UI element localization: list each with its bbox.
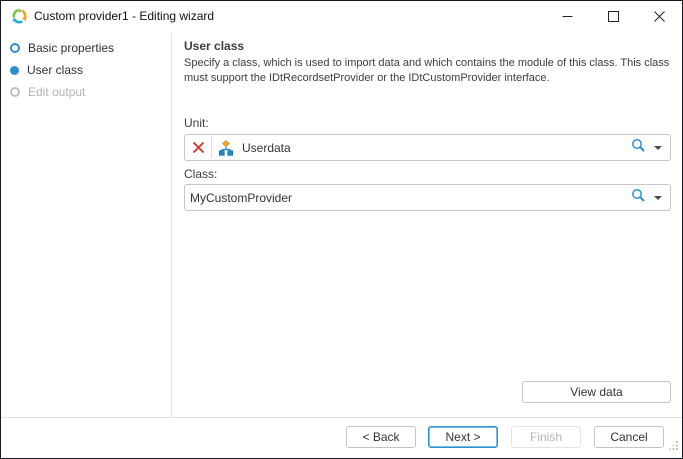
sidebar-item-edit-output: Edit output <box>1 81 171 103</box>
step-disabled-bullet-icon <box>10 87 20 97</box>
resize-grip[interactable] <box>669 437 679 455</box>
page-title: User class <box>184 39 244 53</box>
view-data-button[interactable]: View data <box>522 381 671 403</box>
wizard-steps-sidebar: Basic properties User class Edit output <box>1 33 171 415</box>
close-button[interactable] <box>636 1 682 32</box>
step-label: Edit output <box>28 85 85 99</box>
clear-red-x-icon[interactable] <box>185 135 211 160</box>
footer-divider <box>1 417 682 418</box>
search-icon[interactable] <box>631 188 646 208</box>
editing-wizard-dialog: Custom provider1 - Editing wizard Basic … <box>0 0 683 459</box>
step-current-bullet-icon <box>10 66 19 75</box>
back-button[interactable]: < Back <box>346 426 416 448</box>
class-combobox[interactable] <box>184 184 671 211</box>
page-description: Specify a class, which is used to import… <box>184 56 673 86</box>
unit-input[interactable] <box>237 135 631 160</box>
dropdown-arrow-icon[interactable] <box>654 196 662 200</box>
step-label: User class <box>27 63 83 77</box>
cancel-button[interactable]: Cancel <box>594 426 664 448</box>
combo-separator <box>211 137 212 158</box>
unit-hierarchy-icon <box>218 140 234 156</box>
class-input[interactable] <box>185 185 631 210</box>
step-label: Basic properties <box>28 41 114 55</box>
minimize-button[interactable] <box>544 1 590 32</box>
class-label: Class: <box>184 167 217 181</box>
title-bar[interactable]: Custom provider1 - Editing wizard <box>1 1 682 32</box>
window-title: Custom provider1 - Editing wizard <box>34 1 214 32</box>
unit-label: Unit: <box>184 116 209 130</box>
step-visited-bullet-icon <box>10 43 20 53</box>
finish-button: Finish <box>511 426 581 448</box>
sidebar-divider <box>171 33 172 417</box>
sidebar-item-user-class[interactable]: User class <box>1 59 171 81</box>
next-button[interactable]: Next > <box>428 426 498 448</box>
app-refresh-icon <box>11 8 28 25</box>
sidebar-item-basic-properties[interactable]: Basic properties <box>1 37 171 59</box>
search-icon[interactable] <box>631 138 646 158</box>
maximize-button[interactable] <box>590 1 636 32</box>
dropdown-arrow-icon[interactable] <box>654 146 662 150</box>
unit-combobox[interactable] <box>184 134 671 161</box>
